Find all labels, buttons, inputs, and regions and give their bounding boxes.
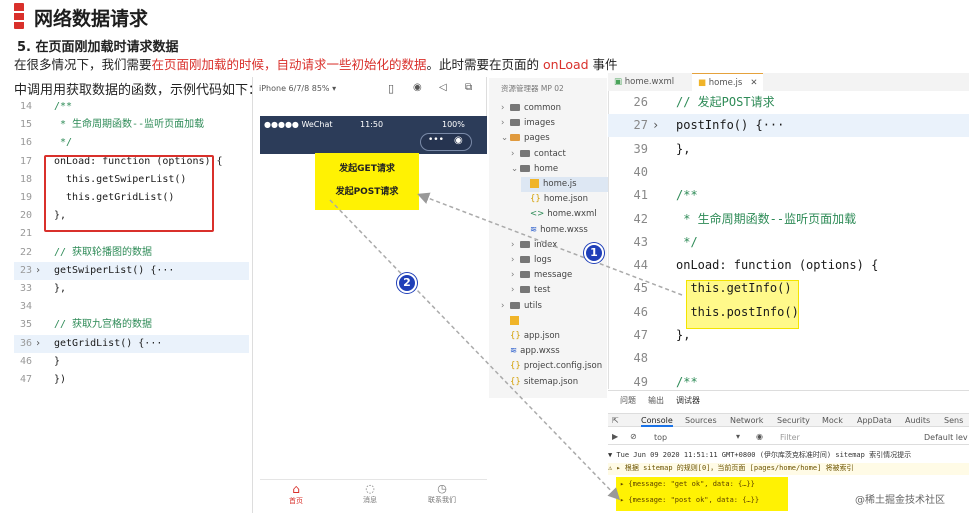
watermark: @稀土掘金技术社区 — [855, 495, 945, 506]
annotation-arrows — [329, 192, 683, 501]
step-badge-1: 1 — [584, 243, 604, 263]
arrow-getinfo — [417, 192, 683, 296]
arrow-post — [329, 199, 621, 501]
step-badge-2: 2 — [397, 273, 417, 293]
